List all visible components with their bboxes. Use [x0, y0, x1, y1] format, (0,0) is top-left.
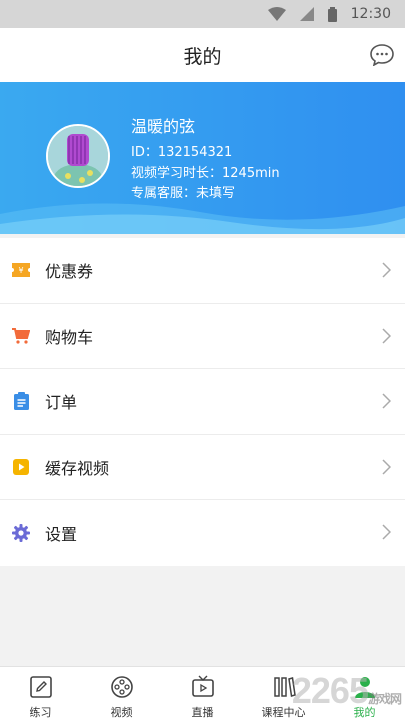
gear-icon [12, 523, 30, 542]
menu-label: 购物车 [45, 327, 94, 347]
battery-icon [327, 6, 337, 22]
user-name: 温暖的弦 [131, 117, 196, 136]
film-reel-icon [110, 676, 133, 698]
order-icon [12, 392, 30, 411]
tab-mine[interactable]: 我的 [324, 667, 405, 720]
menu-label: 订单 [45, 393, 78, 413]
play-icon [12, 458, 30, 476]
chevron-right-icon [382, 327, 391, 344]
customer-service: 专属客服：未填写 [131, 186, 236, 201]
tv-play-icon [191, 675, 214, 697]
tab-label: 我的 [353, 706, 376, 719]
tab-label: 直播 [191, 706, 214, 719]
tab-label: 课程中心 [261, 706, 306, 719]
menu-label: 优惠券 [45, 262, 94, 282]
page-title: 我的 [183, 45, 222, 68]
menu-item-order[interactable]: 订单 [0, 369, 405, 435]
menu-item-cart[interactable]: 购物车 [0, 304, 405, 369]
tab-practice[interactable]: 练习 [0, 667, 81, 720]
person-icon [354, 677, 375, 698]
status-time: 12:30 [350, 6, 391, 22]
tab-label: 练习 [29, 706, 52, 719]
tab-label: 视频 [110, 706, 133, 719]
chevron-right-icon [382, 393, 391, 409]
coupon-icon: ¥ [12, 261, 30, 279]
message-icon[interactable] [370, 44, 394, 66]
menu-item-cached-video[interactable]: 缓存视频 [0, 435, 405, 500]
pencil-icon [29, 676, 52, 698]
wifi-icon [267, 7, 286, 21]
chevron-right-icon [382, 458, 391, 475]
tab-live[interactable]: 直播 [162, 667, 243, 720]
tab-video[interactable]: 视频 [81, 667, 162, 720]
menu-list: ¥ 优惠券 购物车 订单 缓存视频 设置 [0, 238, 405, 566]
bottom-tab-bar: 练习 视频 直播 课程中心 我的 [0, 666, 405, 720]
svg-text:¥: ¥ [18, 266, 23, 275]
books-icon [273, 677, 296, 697]
tab-course-center[interactable]: 课程中心 [243, 667, 324, 720]
menu-item-settings[interactable]: 设置 [0, 500, 405, 566]
user-id: ID：132154321 [131, 145, 233, 160]
chevron-right-icon [382, 262, 391, 278]
menu-label: 设置 [45, 524, 78, 544]
menu-item-coupon[interactable]: ¥ 优惠券 [0, 238, 405, 304]
signal-icon [299, 7, 314, 21]
menu-label: 缓存视频 [45, 458, 110, 478]
cart-icon [12, 327, 30, 345]
avatar[interactable] [46, 124, 110, 188]
study-duration: 视频学习时长：1245min [131, 166, 280, 181]
status-bar: 12:30 [0, 0, 405, 28]
chevron-right-icon [382, 524, 391, 540]
profile-card[interactable]: 温暖的弦 ID：132154321 视频学习时长：1245min 专属客服：未填… [0, 82, 405, 234]
title-bar: 我的 [0, 28, 405, 82]
